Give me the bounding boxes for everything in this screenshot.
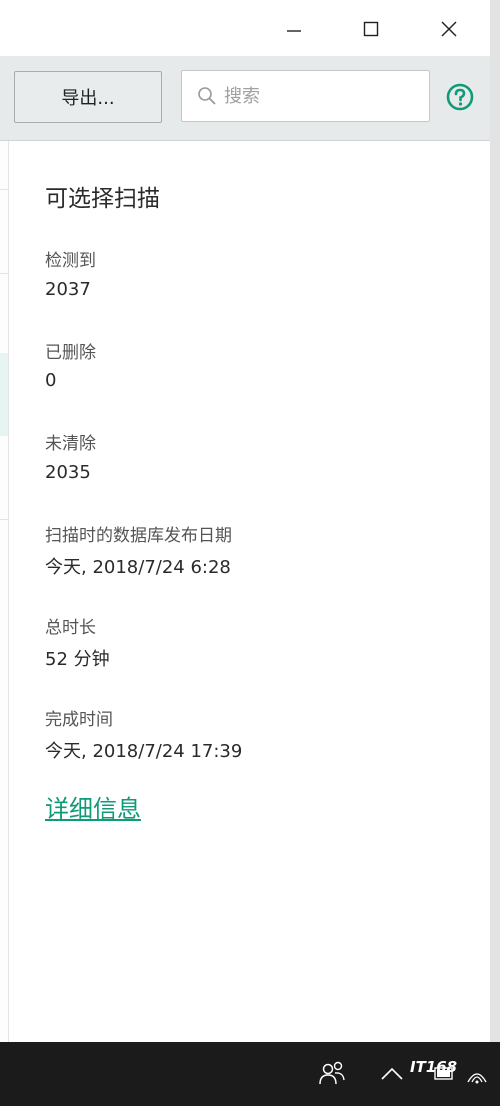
scan-details-window: 导出... 可选择扫描 检测到 2037 已删除 0 未清除 2035 扫描时的… [0, 0, 491, 1042]
field-label: 检测到 [45, 251, 96, 271]
field-label: 未清除 [45, 434, 96, 454]
minimize-icon [287, 30, 301, 32]
field-value: 0 [45, 370, 57, 391]
field-value: 52 分钟 [45, 649, 110, 670]
window-edge [490, 0, 500, 1042]
chevron-up-icon[interactable] [379, 1064, 405, 1082]
wifi-icon[interactable] [464, 1062, 490, 1086]
watermark: IT168 [410, 1058, 458, 1076]
field-value: 今天, 2018/7/24 17:39 [45, 741, 243, 762]
field-value: 今天, 2018/7/24 6:28 [45, 557, 231, 578]
field-label: 总时长 [45, 618, 96, 638]
close-button[interactable] [426, 6, 472, 52]
maximize-button[interactable] [348, 6, 394, 52]
toolbar: 导出... [0, 56, 490, 141]
maximize-icon [363, 21, 379, 37]
details-link[interactable]: 详细信息 [45, 789, 141, 824]
selected-list-item[interactable] [0, 353, 8, 436]
field-value: 2037 [45, 279, 91, 300]
search-input[interactable] [224, 85, 414, 107]
field-label: 已删除 [45, 343, 96, 363]
list-divider [0, 189, 8, 190]
field-value: 2035 [45, 462, 91, 483]
search-icon [198, 87, 216, 105]
export-button[interactable]: 导出... [14, 71, 162, 123]
list-divider [0, 273, 8, 274]
title-bar [0, 0, 490, 56]
field-label: 完成时间 [45, 710, 113, 730]
search-box[interactable] [181, 70, 430, 122]
details-title: 可选择扫描 [45, 186, 160, 212]
list-panel-edge [0, 141, 9, 1042]
people-icon[interactable] [318, 1060, 346, 1086]
field-label: 扫描时的数据库发布日期 [45, 526, 232, 546]
help-icon[interactable] [445, 82, 475, 112]
list-divider [0, 519, 8, 520]
close-icon [441, 21, 457, 37]
minimize-button[interactable] [271, 6, 317, 52]
